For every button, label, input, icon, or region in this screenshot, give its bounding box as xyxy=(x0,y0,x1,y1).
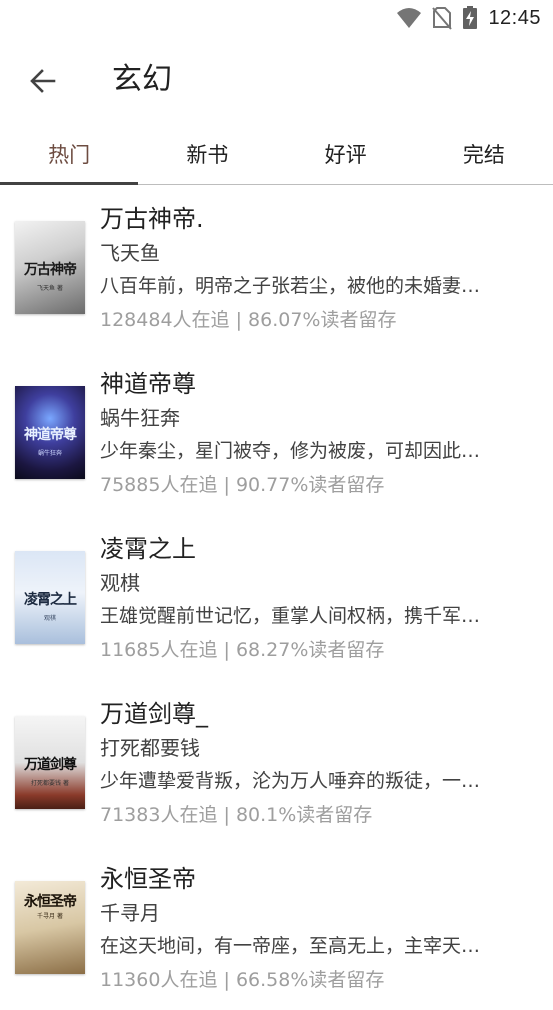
cover-title: 永恒圣帝 xyxy=(24,894,77,910)
book-item[interactable]: 永恒圣帝 千寻月 著 永恒圣帝 千寻月 在这天地间，有一帝座，至高无上，主宰天…… xyxy=(0,845,553,1010)
stats-separator: | xyxy=(223,639,230,661)
status-bar: 12:45 xyxy=(0,0,553,36)
book-list: 万古神帝 飞天鱼 著 万古神帝. 飞天鱼 八百年前，明帝之子张若尘，被他的未婚妻… xyxy=(0,185,553,1010)
tab-bar: 热门 新书 好评 完结 xyxy=(0,124,553,185)
book-cover: 万道剑尊 打死都要钱 著 xyxy=(15,716,85,809)
arrow-left-icon xyxy=(30,69,56,93)
book-title: 永恒圣帝 xyxy=(100,865,196,893)
no-sim-icon xyxy=(432,7,453,30)
stats-separator: | xyxy=(235,309,242,331)
back-button[interactable] xyxy=(22,60,64,102)
book-stats: 11360人在追 | 66.58%读者留存 xyxy=(100,963,530,997)
book-description: 少年秦尘，星门被夺，修为被废，可却因此… xyxy=(100,440,481,462)
tab-hot[interactable]: 热门 xyxy=(0,124,139,185)
followers-count: 75885人在追 xyxy=(100,474,218,496)
followers-count: 128484人在追 xyxy=(100,309,230,331)
book-description: 少年遭挚爱背叛，沦为万人唾弃的叛徒，一… xyxy=(100,770,481,792)
book-cover: 永恒圣帝 千寻月 著 xyxy=(15,881,85,974)
stats-separator: | xyxy=(223,804,230,826)
retention-rate: 90.77%读者留存 xyxy=(235,474,385,496)
tab-top-rated[interactable]: 好评 xyxy=(277,124,415,184)
book-stats: 128484人在追 | 86.07%读者留存 xyxy=(100,303,530,337)
retention-rate: 66.58%读者留存 xyxy=(235,969,385,991)
book-stats: 11685人在追 | 68.27%读者留存 xyxy=(100,633,530,667)
retention-rate: 68.27%读者留存 xyxy=(235,639,385,661)
book-description: 王雄觉醒前世记忆，重掌人间权柄，携千军… xyxy=(100,605,481,627)
cover-subtitle: 千寻月 著 xyxy=(37,913,63,920)
book-item[interactable]: 神道帝尊 蜗牛狂奔 神道帝尊 蜗牛狂奔 少年秦尘，星门被夺，修为被废，可却因此…… xyxy=(0,350,553,515)
book-author: 飞天鱼 xyxy=(100,241,160,265)
book-cover: 万古神帝 飞天鱼 著 xyxy=(15,221,85,314)
book-item[interactable]: 万古神帝 飞天鱼 著 万古神帝. 飞天鱼 八百年前，明帝之子张若尘，被他的未婚妻… xyxy=(0,185,553,350)
book-item[interactable]: 万道剑尊 打死都要钱 著 万道剑尊_ 打死都要钱 少年遭挚爱背叛，沦为万人唾弃的… xyxy=(0,680,553,845)
tab-completed[interactable]: 完结 xyxy=(415,124,553,184)
retention-rate: 86.07%读者留存 xyxy=(248,309,397,331)
stats-separator: | xyxy=(223,474,230,496)
app-bar: 玄幻 xyxy=(0,36,553,124)
followers-count: 71383人在追 xyxy=(100,804,218,826)
page-title: 玄幻 xyxy=(112,62,172,97)
followers-count: 11685人在追 xyxy=(100,639,218,661)
cover-subtitle: 观棋 xyxy=(43,615,56,622)
followers-count: 11360人在追 xyxy=(100,969,218,991)
book-author: 蜗牛狂奔 xyxy=(100,406,180,430)
book-title: 凌霄之上 xyxy=(100,535,196,563)
book-cover: 神道帝尊 蜗牛狂奔 xyxy=(15,386,85,479)
battery-charging-icon xyxy=(463,6,478,29)
book-author: 打死都要钱 xyxy=(100,736,200,760)
book-stats: 71383人在追 | 80.1%读者留存 xyxy=(100,798,530,832)
status-time: 12:45 xyxy=(488,6,541,29)
book-title: 万道剑尊_ xyxy=(100,700,208,728)
wifi-icon xyxy=(397,8,422,28)
book-description: 八百年前，明帝之子张若尘，被他的未婚妻… xyxy=(100,275,481,297)
book-author: 千寻月 xyxy=(100,901,160,925)
stats-separator: | xyxy=(223,969,230,991)
tab-new[interactable]: 新书 xyxy=(138,124,276,184)
book-cover: 凌霄之上 观棋 xyxy=(15,551,85,644)
book-stats: 75885人在追 | 90.77%读者留存 xyxy=(100,468,530,502)
book-description: 在这天地间，有一帝座，至高无上，主宰天… xyxy=(100,935,481,957)
cover-title: 凌霄之上 xyxy=(24,592,77,608)
book-title: 神道帝尊 xyxy=(100,370,196,398)
cover-subtitle: 打死都要钱 著 xyxy=(31,780,69,787)
cover-subtitle: 蜗牛狂奔 xyxy=(37,450,62,457)
cover-title: 万古神帝 xyxy=(24,262,77,278)
book-title: 万古神帝. xyxy=(100,205,204,233)
cover-title: 万道剑尊 xyxy=(24,757,77,773)
cover-title: 神道帝尊 xyxy=(24,427,77,443)
book-author: 观棋 xyxy=(100,571,140,595)
book-item[interactable]: 凌霄之上 观棋 凌霄之上 观棋 王雄觉醒前世记忆，重掌人间权柄，携千军… 116… xyxy=(0,515,553,680)
retention-rate: 80.1%读者留存 xyxy=(235,804,373,826)
cover-subtitle: 飞天鱼 著 xyxy=(37,285,63,292)
